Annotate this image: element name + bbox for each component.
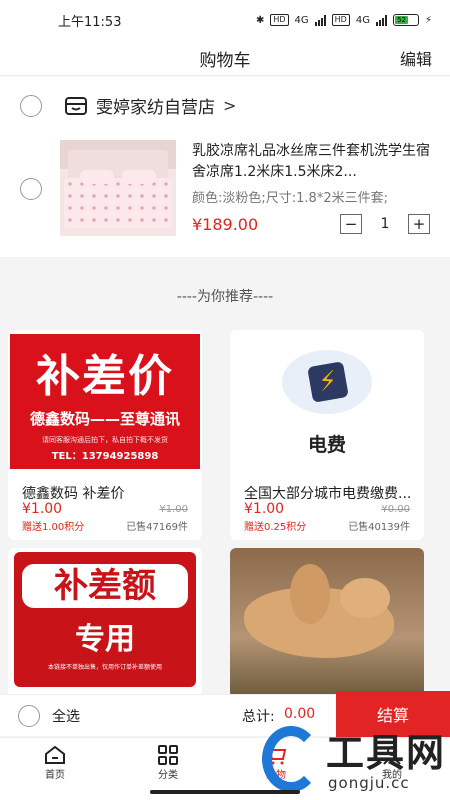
image-text-mid: 专用 xyxy=(75,622,135,657)
original-price: ¥0.00 xyxy=(381,504,410,515)
hd-badge-2: HD xyxy=(331,14,350,26)
lightning-icon: ⚡ xyxy=(307,361,349,403)
total-value: 0.00 xyxy=(284,706,316,722)
reward-points: 赠送1.00积分 xyxy=(22,522,85,533)
store-row[interactable]: 雯婷家纺自营店 > xyxy=(20,93,236,118)
image-text-big: 补差额 xyxy=(22,564,188,608)
status-bar: 上午11:53 ✱ HD 4G HD 4G 52 ⚡ xyxy=(0,0,450,40)
status-time: 上午11:53 xyxy=(58,14,122,30)
product-image[interactable]: 补差价 德鑫数码——至尊通讯 请同客服沟通后拍下，私自拍下概不发货 TEL：13… xyxy=(10,334,200,469)
recommend-card[interactable]: ⚡ 电费 全国大部分城市电费缴费... ¥1.00 ¥0.00 赠送0.25积分… xyxy=(230,330,424,540)
watermark-url: gongju.cc xyxy=(328,774,410,792)
cart-store-group: 雯婷家纺自营店 > 乳胶凉席礼品冰丝席三件套机洗学生宿舍凉席1.2米床1.5米床… xyxy=(0,77,450,257)
product-image[interactable]: 补差额 专用 本链接不单独出售，仅用作订单补差额使用 xyxy=(14,552,196,687)
store-name: 雯婷家纺自营店 xyxy=(96,98,215,118)
battery-icon: 52 xyxy=(392,14,419,26)
top-nav: 购物车 编辑 xyxy=(0,40,450,76)
grid-icon xyxy=(158,745,178,765)
item-select-radio[interactable] xyxy=(20,178,42,200)
chevron-right-icon: > xyxy=(223,96,237,115)
quantity-stepper: − 1 + xyxy=(340,214,430,234)
image-text-big: 补差价 xyxy=(36,351,174,402)
battery-level: 52 xyxy=(394,16,409,24)
sold-count: 已售40139件 xyxy=(348,522,410,533)
product-image[interactable] xyxy=(230,548,424,698)
decrease-button[interactable]: − xyxy=(340,214,362,234)
recommend-card[interactable]: 补差价 德鑫数码——至尊通讯 请同客服沟通后拍下，私自拍下概不发货 TEL：13… xyxy=(8,330,202,540)
image-text-small: 请同客服沟通后拍下，私自拍下概不发货 xyxy=(42,436,168,444)
status-icons: ✱ HD 4G HD 4G 52 ⚡ xyxy=(256,14,432,26)
watermark-logo-icon xyxy=(262,726,320,792)
recommend-heading: ----为你推荐---- xyxy=(176,289,274,305)
shop-icon xyxy=(65,96,87,115)
tab-category[interactable]: 分类 xyxy=(138,744,198,781)
recommend-card[interactable] xyxy=(230,548,424,698)
select-all-label[interactable]: 全选 xyxy=(52,706,80,726)
tab-label: 首页 xyxy=(45,770,65,781)
reward-points: 赠送0.25积分 xyxy=(244,522,307,533)
tab-label: 分类 xyxy=(158,770,178,781)
increase-button[interactable]: + xyxy=(408,214,430,234)
signal-icon xyxy=(314,14,326,26)
product-name: 德鑫数码 补差价 xyxy=(22,486,125,502)
image-label: 电费 xyxy=(307,434,346,456)
product-price: ¥1.00 xyxy=(22,501,63,517)
image-text-small: 本链接不单独出售，仅用作订单补差额使用 xyxy=(47,664,162,671)
product-thumbnail[interactable] xyxy=(60,140,176,236)
product-spec[interactable]: 颜色:淡粉色;尺寸:1.8*2米三件套; xyxy=(192,187,432,206)
charging-icon: ⚡ xyxy=(424,14,432,26)
original-price: ¥1.00 xyxy=(159,504,188,515)
signal-icon-2 xyxy=(375,14,387,26)
signal-4g-label-2: 4G xyxy=(355,14,370,26)
quantity-value[interactable]: 1 xyxy=(362,216,408,232)
tab-home[interactable]: 首页 xyxy=(25,744,85,781)
product-title[interactable]: 乳胶凉席礼品冰丝席三件套机洗学生宿舍凉席1.2米床1.5米床2... xyxy=(192,141,432,183)
select-all-radio[interactable] xyxy=(18,705,40,727)
product-name: 全国大部分城市电费缴费... xyxy=(244,486,412,502)
sold-count: 已售47169件 xyxy=(126,522,188,533)
watermark-text: 工具网 xyxy=(326,731,447,775)
hd-badge: HD xyxy=(270,14,289,26)
edit-button[interactable]: 编辑 xyxy=(400,46,432,70)
cart-page: 上午11:53 ✱ HD 4G HD 4G 52 ⚡ 购物车 编辑 雯婷家纺自营… xyxy=(0,0,450,800)
image-text-tel: TEL：13794925898 xyxy=(51,451,159,462)
bluetooth-icon: ✱ xyxy=(255,14,265,26)
page-title: 购物车 xyxy=(199,51,251,71)
product-price: ¥1.00 xyxy=(244,501,285,517)
watermark: 工具网 gongju.cc xyxy=(262,722,450,800)
recommend-card[interactable]: 补差额 专用 本链接不单独出售，仅用作订单补差额使用 xyxy=(8,548,202,698)
signal-4g-label: 4G xyxy=(294,14,309,26)
home-indicator[interactable] xyxy=(150,790,300,794)
product-image[interactable]: ⚡ 电费 xyxy=(230,330,424,470)
product-price: ¥189.00 xyxy=(192,215,259,234)
home-icon xyxy=(45,745,65,764)
store-select-radio[interactable] xyxy=(20,94,42,117)
image-text-mid: 德鑫数码——至尊通讯 xyxy=(29,410,180,428)
